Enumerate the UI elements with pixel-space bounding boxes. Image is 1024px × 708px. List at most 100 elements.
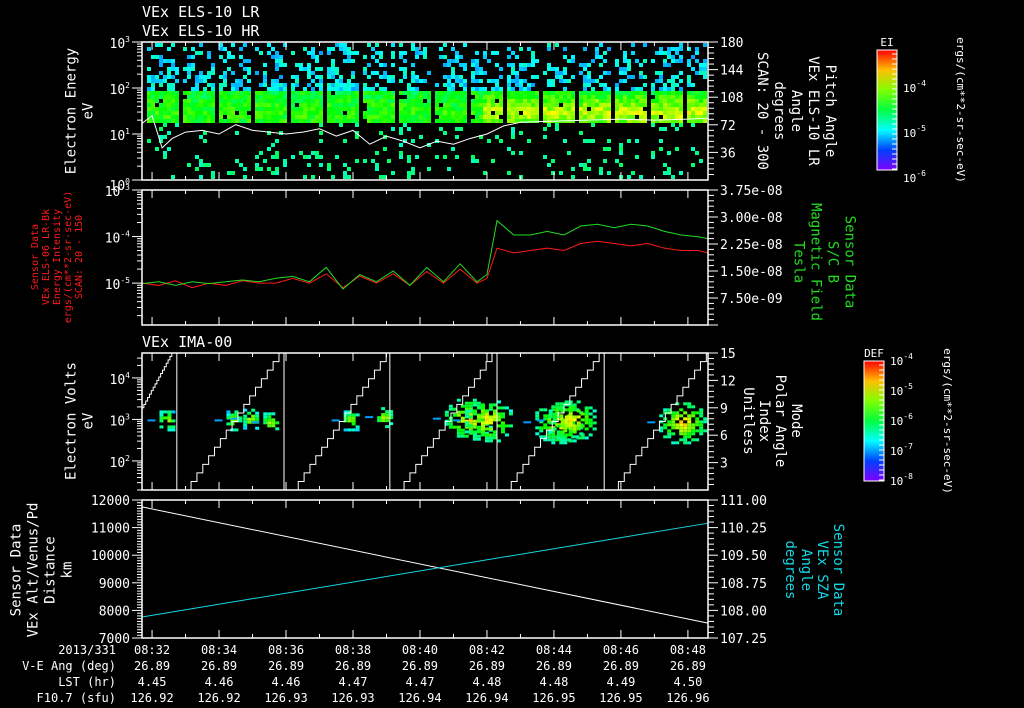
spectrogram-cell <box>407 111 411 115</box>
spectrogram-cell <box>311 111 315 115</box>
spectrogram-cell <box>504 406 509 410</box>
spectrogram-cell <box>483 87 487 91</box>
spectrogram-cell <box>451 95 455 99</box>
spectrogram-cell <box>655 79 659 83</box>
spectrogram-cell <box>355 111 359 115</box>
spectrogram-cell <box>643 95 647 99</box>
spectrogram-cell <box>500 412 505 416</box>
spectrogram-cell <box>226 410 231 414</box>
spectrogram-cell <box>547 47 551 51</box>
spectrogram-cell <box>671 115 675 119</box>
spectrogram-cell <box>679 438 684 442</box>
spectrogram-cell <box>427 111 431 115</box>
spectrogram-cell <box>167 416 172 420</box>
y2-axis-label: Angle <box>788 90 804 132</box>
footer-cell: 26.89 <box>268 659 304 673</box>
spectrogram-cell <box>399 51 403 55</box>
spectrogram-cell <box>584 412 589 416</box>
spectrogram-cell <box>343 428 348 432</box>
spectrogram-cell <box>679 423 684 427</box>
spectrogram-cell <box>271 143 275 147</box>
spectrogram-cell <box>451 87 455 91</box>
spectrogram-cell <box>511 63 515 67</box>
spectrogram-cell <box>551 107 555 111</box>
spectrogram-cell <box>199 163 203 167</box>
spectrogram-cell <box>463 95 467 99</box>
spectrogram-cell <box>563 139 567 143</box>
spectrogram-cell <box>587 159 591 163</box>
spectrogram-cell <box>171 175 175 179</box>
y-axis-label: Sensor Data <box>30 224 41 290</box>
spectrogram-cell <box>527 115 531 119</box>
spectrogram-cell <box>535 411 540 415</box>
footer-cell: 126.93 <box>264 691 307 705</box>
spectrogram-cell <box>231 115 235 119</box>
spectrogram-cell <box>351 419 356 423</box>
spectrogram-cell <box>623 111 627 115</box>
spectrogram-cell <box>511 127 515 131</box>
spectrogram-cell <box>275 155 279 159</box>
spectrogram-cell <box>223 91 227 95</box>
spectrogram-cell <box>583 139 587 143</box>
y2-tick-label: 3.75e-08 <box>720 184 783 199</box>
spectrogram-cell <box>339 115 343 119</box>
spectrogram-cell <box>175 95 179 99</box>
spectrogram-cell <box>275 63 279 67</box>
spectrogram-cell <box>171 115 175 119</box>
spectrogram-cell <box>403 115 407 119</box>
spectrogram-cell <box>367 91 371 95</box>
spectrogram-cell <box>479 67 483 71</box>
spectrogram-cell <box>275 111 279 115</box>
spectrogram-cell <box>203 119 207 123</box>
spectrogram-cell <box>223 59 227 63</box>
spectrogram-cell <box>315 111 319 115</box>
spectrogram-cell <box>415 99 419 103</box>
spectrogram-cell <box>355 425 360 429</box>
spectrogram-cell <box>439 55 443 59</box>
spectrogram-cell <box>663 426 668 430</box>
spectrogram-cell <box>619 91 623 95</box>
spectrogram-cell <box>667 151 671 155</box>
spectrogram-cell <box>551 103 555 107</box>
spectrogram-cell <box>399 99 403 103</box>
spectrogram-cell <box>347 47 351 51</box>
spectrogram-cell <box>451 71 455 75</box>
spectrogram-cell <box>507 47 511 51</box>
y-tick-label: 104 <box>110 371 131 388</box>
spectrogram-cell <box>679 426 684 430</box>
spectrogram-cell <box>319 75 323 79</box>
spectrogram-cell <box>519 63 523 67</box>
spectrogram-cell <box>367 115 371 119</box>
spectrogram-cell <box>399 111 403 115</box>
y2-tick-label: 144 <box>720 64 744 79</box>
spectrogram-cell <box>371 103 375 107</box>
spectrogram-cell <box>411 103 415 107</box>
spectrogram-cell <box>355 83 359 87</box>
spectrogram-cell <box>667 55 671 59</box>
spectrogram-cell <box>319 67 323 71</box>
spectrogram-cell <box>563 71 567 75</box>
spectrogram-cell <box>363 159 367 163</box>
spectrogram-cell <box>415 107 419 111</box>
spectrogram-cell <box>167 99 171 103</box>
spectrogram-cell <box>207 55 211 59</box>
spectrogram-cell <box>391 111 395 115</box>
spectrogram-cell <box>623 51 627 55</box>
spectrogram-cell <box>500 427 505 431</box>
spectrogram-cell <box>655 71 659 75</box>
spectrogram-cell <box>399 155 403 159</box>
spectrogram-cell <box>464 415 469 419</box>
spectrogram-cell <box>259 103 263 107</box>
spectrogram-cell <box>483 71 487 75</box>
spectrogram-cell <box>559 99 563 103</box>
spectrogram-cell <box>463 79 467 83</box>
spectrogram-cell <box>451 99 455 103</box>
spectrogram-cell <box>603 59 607 63</box>
spectrogram-cell <box>691 103 695 107</box>
spectrogram-cell <box>207 103 211 107</box>
spectrogram-cell <box>691 423 696 427</box>
spectrogram-cell <box>291 103 295 107</box>
spectrogram-cell <box>679 115 683 119</box>
spectrogram-cell <box>387 107 391 111</box>
spectrogram-cell <box>695 47 699 51</box>
